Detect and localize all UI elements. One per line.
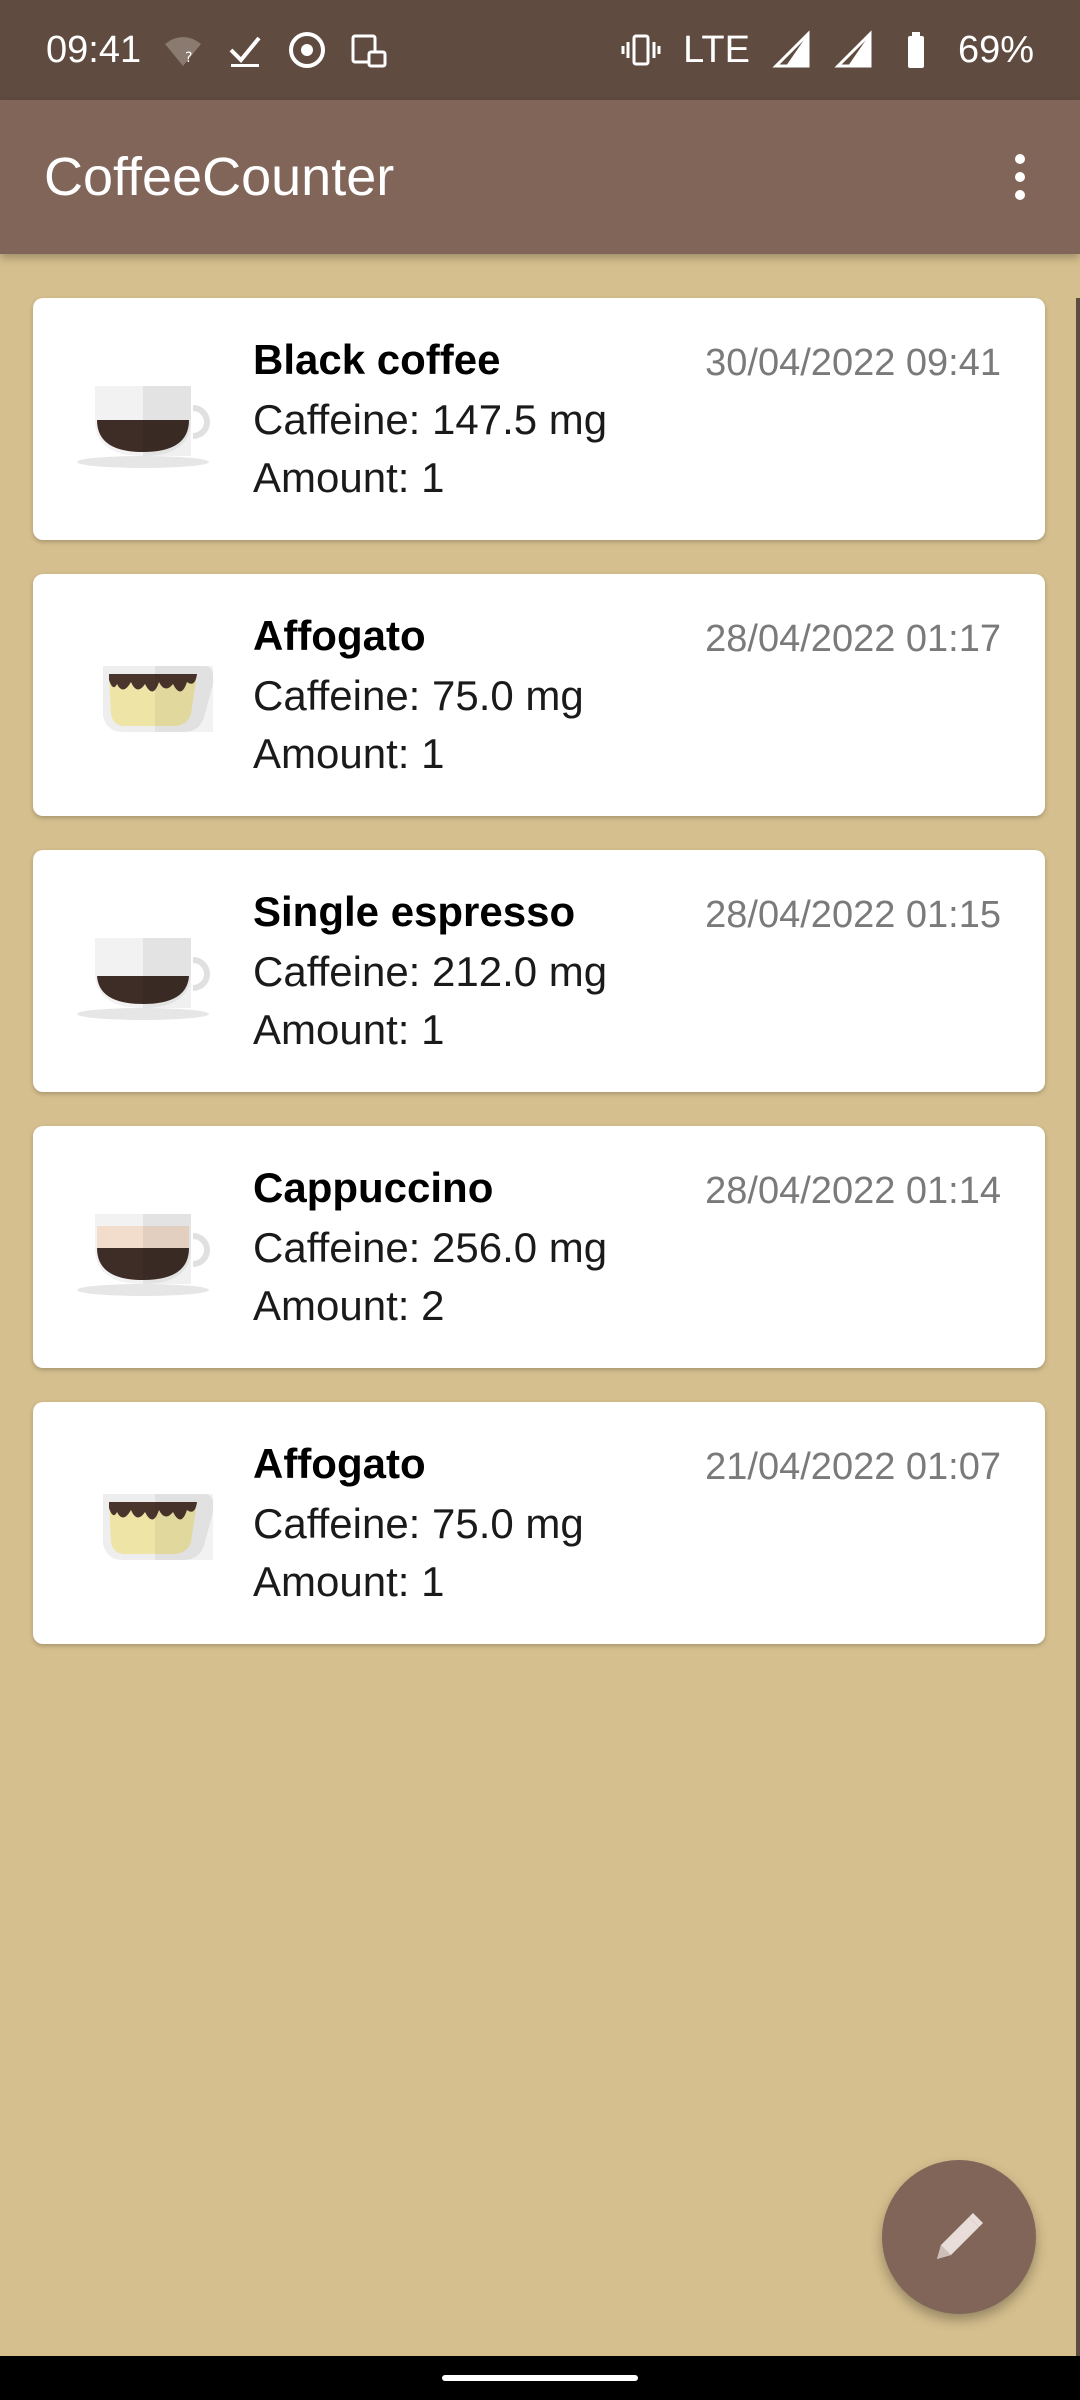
black-coffee-cup-icon — [73, 348, 243, 488]
entry-name: Affogato — [253, 612, 426, 659]
status-right: LTE 69% — [621, 29, 1034, 72]
entry-name: Black coffee — [253, 336, 501, 383]
more-vert-icon — [1015, 154, 1025, 200]
entries-list: Black coffee Caffeine: 147.5 mg Amount: … — [33, 298, 1045, 1678]
wifi-question-icon: ? — [163, 30, 203, 70]
status-time: 09:41 — [46, 28, 142, 71]
cappuccino-cup-icon — [73, 1176, 243, 1316]
entry-name: Cappuccino — [253, 1164, 494, 1211]
entry-date: 21/04/2022 01:07 — [705, 1446, 1001, 1488]
entry-amount: Amount: 2 — [253, 1282, 445, 1329]
affogato-glass-icon — [73, 624, 243, 764]
espresso-cup-icon — [73, 900, 243, 1040]
app-bar: CoffeeCounter — [0, 100, 1080, 254]
pencil-icon — [937, 2213, 983, 2259]
svg-text:?: ? — [185, 50, 192, 66]
battery-icon — [896, 30, 936, 70]
entry-amount: Amount: 1 — [253, 1006, 445, 1053]
status-bar: 09:41 ? LTE 69% — [0, 0, 1080, 100]
entry-card[interactable]: Affogato Caffeine: 75.0 mg Amount: 1 28/… — [33, 574, 1045, 816]
entry-name: Affogato — [253, 1440, 426, 1487]
check-icon — [225, 30, 265, 70]
entry-amount: Amount: 1 — [253, 730, 445, 777]
signal-icon — [834, 30, 874, 70]
entry-date: 30/04/2022 09:41 — [705, 342, 1001, 384]
overflow-menu-button[interactable] — [984, 141, 1056, 213]
entry-name: Single espresso — [253, 888, 576, 935]
affogato-glass-icon — [73, 1452, 243, 1592]
add-entry-fab[interactable] — [882, 2160, 1036, 2314]
app-title: CoffeeCounter — [44, 147, 395, 207]
status-left: 09:41 ? — [46, 29, 389, 72]
entry-caffeine: Caffeine: 256.0 mg — [253, 1224, 608, 1271]
entry-date: 28/04/2022 01:15 — [705, 894, 1001, 936]
entry-date: 28/04/2022 01:17 — [705, 618, 1001, 660]
vibrate-icon — [621, 30, 661, 70]
entry-caffeine: Caffeine: 75.0 mg — [253, 1500, 584, 1547]
entry-caffeine: Caffeine: 75.0 mg — [253, 672, 584, 719]
entry-card[interactable]: Cappuccino Caffeine: 256.0 mg Amount: 2 … — [33, 1126, 1045, 1368]
entry-card[interactable]: Affogato Caffeine: 75.0 mg Amount: 1 21/… — [33, 1402, 1045, 1644]
entry-amount: Amount: 1 — [253, 454, 445, 501]
entry-amount: Amount: 1 — [253, 1558, 445, 1605]
scroll-edge — [1076, 298, 1080, 2356]
entry-card[interactable]: Black coffee Caffeine: 147.5 mg Amount: … — [33, 298, 1045, 540]
navigation-bar — [0, 2356, 1080, 2400]
home-indicator[interactable] — [442, 2375, 638, 2381]
entry-card[interactable]: Single espresso Caffeine: 212.0 mg Amoun… — [33, 850, 1045, 1092]
network-type: LTE — [683, 28, 750, 71]
chrome-icon — [287, 30, 327, 70]
entry-date: 28/04/2022 01:14 — [705, 1170, 1001, 1212]
entry-caffeine: Caffeine: 212.0 mg — [253, 948, 608, 995]
signal-icon — [772, 30, 812, 70]
entry-caffeine: Caffeine: 147.5 mg — [253, 396, 608, 443]
battery-level: 69% — [957, 28, 1034, 71]
cast-icon — [349, 30, 389, 70]
